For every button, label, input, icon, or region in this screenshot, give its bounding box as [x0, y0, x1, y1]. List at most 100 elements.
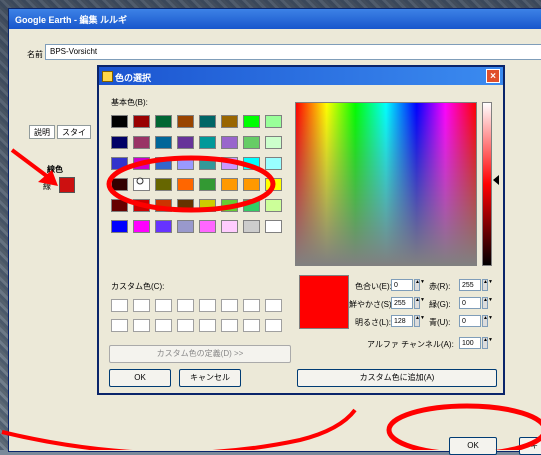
saturation-spinner[interactable]: ▲▼ [414, 297, 425, 309]
alpha-spinner[interactable]: ▲▼ [482, 337, 493, 349]
green-label: 緑(G): [429, 300, 451, 309]
custom-color-slot[interactable] [243, 299, 260, 312]
basic-color-swatch[interactable] [111, 157, 128, 170]
tab-description[interactable]: 説明 [29, 125, 55, 139]
custom-color-slot[interactable] [199, 299, 216, 312]
basic-color-swatch[interactable] [243, 178, 260, 191]
window-titlebar: Google Earth - 編集 ルルギ [9, 9, 541, 29]
red-field[interactable]: 255 [459, 279, 481, 291]
name-label: 名前 [27, 50, 43, 59]
basic-color-swatch[interactable] [111, 220, 128, 233]
green-spinner[interactable]: ▲▼ [482, 297, 493, 309]
basic-color-swatch[interactable] [221, 199, 238, 212]
basic-color-swatch[interactable] [155, 220, 172, 233]
basic-color-swatch[interactable] [199, 115, 216, 128]
basic-color-swatch[interactable] [265, 136, 282, 149]
basic-color-swatch[interactable] [221, 115, 238, 128]
name-input[interactable]: BPS-Vorsicht [45, 44, 541, 60]
hue-spinner[interactable]: ▲▼ [414, 279, 425, 291]
basic-color-swatch[interactable] [221, 157, 238, 170]
custom-color-slot[interactable] [177, 299, 194, 312]
dialog-cancel-button[interactable]: キャンセル [179, 369, 241, 387]
custom-color-slot[interactable] [133, 319, 150, 332]
basic-color-swatch[interactable] [155, 199, 172, 212]
line-color-swatch[interactable] [59, 177, 75, 193]
custom-color-slot[interactable] [177, 319, 194, 332]
basic-color-swatch[interactable] [221, 178, 238, 191]
add-to-custom-colors-button[interactable]: カスタム色に追加(A) [297, 369, 497, 387]
basic-color-swatch[interactable] [265, 199, 282, 212]
basic-color-swatch[interactable] [243, 136, 260, 149]
custom-color-slot[interactable] [265, 299, 282, 312]
close-button[interactable]: × [486, 69, 500, 83]
basic-color-swatch[interactable] [133, 157, 150, 170]
red-spinner[interactable]: ▲▼ [482, 279, 493, 291]
basic-color-swatch[interactable] [177, 115, 194, 128]
custom-color-slot[interactable] [243, 319, 260, 332]
basic-color-swatch[interactable] [243, 157, 260, 170]
blue-field[interactable]: 0 [459, 315, 481, 327]
color-preview [299, 275, 349, 329]
dialog-titlebar: 色の選択 × [99, 67, 503, 85]
hue-field[interactable]: 0 [391, 279, 413, 291]
basic-color-swatch[interactable] [177, 178, 194, 191]
basic-color-swatch[interactable] [111, 178, 128, 191]
main-ok-button[interactable]: OK [449, 437, 497, 455]
basic-color-swatch[interactable] [133, 178, 150, 191]
define-custom-colors-button[interactable]: カスタム色の定義(D) >> [109, 345, 291, 363]
basic-colors-grid [111, 115, 284, 236]
blue-spinner[interactable]: ▲▼ [482, 315, 493, 327]
custom-colors-label: カスタム色(C): [111, 282, 165, 291]
dialog-ok-button[interactable]: OK [109, 369, 171, 387]
custom-color-slot[interactable] [155, 319, 172, 332]
basic-color-swatch[interactable] [177, 157, 194, 170]
basic-color-swatch[interactable] [177, 199, 194, 212]
alpha-field[interactable]: 100 [459, 337, 481, 349]
basic-color-swatch[interactable] [199, 178, 216, 191]
main-cancel-button[interactable]: キ [519, 437, 541, 455]
basic-color-swatch[interactable] [199, 157, 216, 170]
basic-color-swatch[interactable] [265, 157, 282, 170]
green-field[interactable]: 0 [459, 297, 481, 309]
basic-color-swatch[interactable] [199, 220, 216, 233]
basic-color-swatch[interactable] [221, 220, 238, 233]
custom-color-slot[interactable] [221, 319, 238, 332]
saturation-field[interactable]: 255 [391, 297, 413, 309]
basic-color-swatch[interactable] [133, 220, 150, 233]
custom-color-slot[interactable] [155, 299, 172, 312]
basic-color-swatch[interactable] [111, 115, 128, 128]
basic-color-swatch[interactable] [111, 136, 128, 149]
color-spectrum[interactable] [295, 102, 477, 266]
basic-color-swatch[interactable] [265, 178, 282, 191]
basic-color-swatch[interactable] [199, 199, 216, 212]
custom-color-slot[interactable] [133, 299, 150, 312]
luminance-spinner[interactable]: ▲▼ [414, 315, 425, 327]
custom-color-slot[interactable] [221, 299, 238, 312]
basic-color-swatch[interactable] [133, 136, 150, 149]
basic-color-swatch[interactable] [265, 115, 282, 128]
basic-color-swatch[interactable] [155, 178, 172, 191]
basic-color-swatch[interactable] [265, 220, 282, 233]
custom-color-slot[interactable] [111, 299, 128, 312]
basic-color-swatch[interactable] [155, 136, 172, 149]
luminance-slider[interactable] [482, 102, 492, 266]
basic-color-swatch[interactable] [111, 199, 128, 212]
basic-color-swatch[interactable] [155, 157, 172, 170]
basic-color-swatch[interactable] [133, 199, 150, 212]
basic-color-swatch[interactable] [243, 115, 260, 128]
custom-color-slot[interactable] [111, 319, 128, 332]
basic-color-swatch[interactable] [243, 199, 260, 212]
basic-color-swatch[interactable] [155, 115, 172, 128]
luminance-arrow-icon[interactable] [493, 175, 499, 185]
custom-color-slot[interactable] [265, 319, 282, 332]
tab-style[interactable]: スタイ [57, 125, 91, 139]
basic-color-swatch[interactable] [177, 136, 194, 149]
basic-color-swatch[interactable] [243, 220, 260, 233]
basic-color-swatch[interactable] [133, 115, 150, 128]
basic-color-swatch[interactable] [221, 136, 238, 149]
basic-color-swatch[interactable] [177, 220, 194, 233]
luminance-field[interactable]: 128 [391, 315, 413, 327]
basic-color-swatch[interactable] [199, 136, 216, 149]
custom-color-slot[interactable] [199, 319, 216, 332]
red-label: 赤(R): [429, 282, 451, 291]
